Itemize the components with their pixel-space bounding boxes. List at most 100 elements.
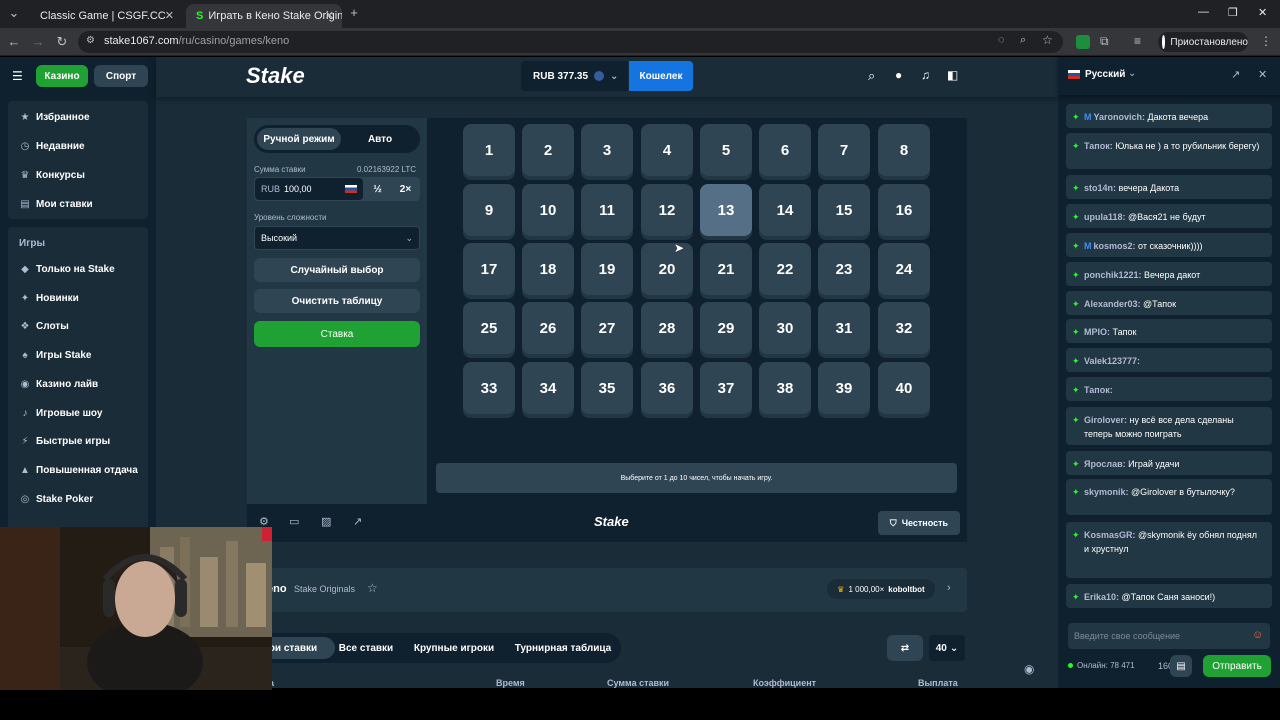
- forward-icon[interactable]: →: [30, 34, 46, 50]
- keno-tile-4[interactable]: 4: [641, 124, 693, 176]
- chat-toggle-icon[interactable]: ◧: [947, 68, 958, 82]
- keno-tile-33[interactable]: 33: [463, 362, 515, 414]
- user-icon[interactable]: ●: [895, 68, 902, 82]
- chat-username[interactable]: Alexander03:: [1084, 299, 1141, 309]
- keno-tile-24[interactable]: 24: [878, 243, 930, 295]
- close-tab-icon[interactable]: ✕: [325, 9, 334, 22]
- keno-tile-9[interactable]: 9: [463, 184, 515, 236]
- eye-off-icon[interactable]: ◌: [998, 34, 1005, 46]
- half-bet-button[interactable]: ½: [364, 178, 391, 200]
- bet-button[interactable]: Ставка: [254, 321, 420, 347]
- random-pick-button[interactable]: Случайный выбор: [254, 258, 420, 282]
- chat-username[interactable]: MPIO:: [1084, 327, 1110, 337]
- sidebar-item-contests[interactable]: ♛ Конкурсы: [20, 170, 85, 181]
- sidebar-item-stake-poker[interactable]: ◎ Stake Poker: [20, 494, 94, 505]
- search-icon[interactable]: ⌕: [868, 68, 875, 84]
- keno-tile-2[interactable]: 2: [522, 124, 574, 176]
- keno-tile-5[interactable]: 5: [700, 124, 752, 176]
- rules-icon[interactable]: ▤: [1170, 655, 1192, 677]
- new-tab-icon[interactable]: +: [346, 5, 362, 21]
- profile-button[interactable]: Приостановлено: [1158, 32, 1248, 52]
- bell-icon[interactable]: ♫: [921, 68, 930, 82]
- top-win-badge[interactable]: ♛ 1 000,00× koboltbot: [827, 579, 935, 599]
- chat-username[interactable]: Yaronovich:: [1094, 112, 1146, 122]
- chat-username[interactable]: Girolover:: [1084, 415, 1127, 425]
- sidebar-item-stake-exclusives[interactable]: ◆ Только на Stake: [20, 264, 115, 275]
- chat-username[interactable]: Erika10:: [1084, 592, 1119, 602]
- keno-tile-17[interactable]: 17: [463, 243, 515, 295]
- extensions-puzzle-icon[interactable]: ⧉: [1100, 34, 1109, 49]
- browser-tab[interactable]: Classic Game | CSGF.CC ✕: [30, 4, 182, 28]
- keno-tile-1[interactable]: 1: [463, 124, 515, 176]
- close-tab-icon[interactable]: ✕: [165, 9, 174, 22]
- chat-username[interactable]: sto14n:: [1084, 183, 1116, 193]
- keno-tile-13[interactable]: 13: [700, 184, 752, 236]
- theatre-mode-icon[interactable]: ▭: [289, 515, 299, 528]
- chat-username[interactable]: KosmasGR:: [1084, 530, 1136, 540]
- double-bet-button[interactable]: 2×: [392, 178, 419, 200]
- emoji-icon[interactable]: ☺: [1252, 629, 1263, 641]
- favorite-star-icon[interactable]: ☆: [367, 581, 378, 595]
- balance-selector[interactable]: RUB 377.35 ⌄: [521, 61, 628, 91]
- keno-tile-23[interactable]: 23: [818, 243, 870, 295]
- keno-tile-27[interactable]: 27: [581, 302, 633, 354]
- back-icon[interactable]: ←: [6, 34, 22, 50]
- maximize-icon[interactable]: ❐: [1228, 6, 1238, 19]
- keno-tile-14[interactable]: 14: [759, 184, 811, 236]
- zoom-icon[interactable]: ⌕: [1020, 34, 1026, 47]
- sidebar-item-new[interactable]: ✦ Новинки: [20, 293, 79, 304]
- keno-tile-30[interactable]: 30: [759, 302, 811, 354]
- chat-language[interactable]: Русский: [1085, 69, 1125, 80]
- chat-username[interactable]: ponchik1221:: [1084, 270, 1142, 280]
- keno-tile-10[interactable]: 10: [522, 184, 574, 236]
- bookmark-star-icon[interactable]: ☆: [1042, 33, 1053, 47]
- browser-tab-active[interactable]: S Играть в Кено Stake Original о ✕: [186, 4, 342, 28]
- chevron-right-icon[interactable]: ›: [947, 582, 951, 594]
- keno-tile-25[interactable]: 25: [463, 302, 515, 354]
- tab-search-icon[interactable]: ⌄: [6, 5, 22, 21]
- reload-icon[interactable]: ↻: [54, 34, 70, 50]
- media-icon[interactable]: ≡: [1134, 34, 1141, 48]
- risk-select[interactable]: Высокий ⌄: [254, 226, 420, 250]
- chat-input[interactable]: Введите свое сообщение ☺: [1068, 623, 1270, 649]
- filter-icon[interactable]: ⇄: [887, 635, 923, 661]
- sport-button[interactable]: Спорт: [94, 65, 148, 87]
- minimize-icon[interactable]: —: [1198, 6, 1209, 18]
- game-provider[interactable]: Stake Originals: [294, 584, 355, 594]
- support-icon[interactable]: ◉: [1024, 662, 1034, 676]
- popout-icon[interactable]: ↗: [1231, 68, 1240, 81]
- chat-username[interactable]: kosmos2:: [1094, 241, 1136, 251]
- stake-logo[interactable]: Stake: [246, 63, 305, 89]
- sidebar-item-my-bets[interactable]: ▤ Мои ставки: [20, 199, 92, 210]
- keno-tile-40[interactable]: 40: [878, 362, 930, 414]
- browser-menu-icon[interactable]: ⋮: [1260, 34, 1272, 48]
- auto-mode-tab[interactable]: Авто: [343, 128, 417, 150]
- sidebar-item-favorites[interactable]: ★ Избранное: [20, 112, 90, 123]
- keno-tile-19[interactable]: 19: [581, 243, 633, 295]
- close-window-icon[interactable]: ✕: [1258, 6, 1267, 19]
- keno-tile-20[interactable]: 20: [641, 243, 693, 295]
- site-info-icon[interactable]: ⚙: [86, 35, 95, 46]
- tab-leaderboard[interactable]: Турнирная таблица: [509, 637, 617, 659]
- keno-tile-8[interactable]: 8: [878, 124, 930, 176]
- keno-tile-7[interactable]: 7: [818, 124, 870, 176]
- tab-high-rollers[interactable]: Крупные игроки: [407, 637, 501, 659]
- keno-tile-6[interactable]: 6: [759, 124, 811, 176]
- casino-button[interactable]: Казино: [36, 65, 88, 87]
- chevron-down-icon[interactable]: ⌄: [1128, 68, 1136, 79]
- keno-tile-32[interactable]: 32: [878, 302, 930, 354]
- sidebar-item-stake-games[interactable]: ♠ Игры Stake: [20, 350, 91, 361]
- chat-username[interactable]: upula118:: [1084, 212, 1126, 222]
- sidebar-item-high-rtp[interactable]: ▲ Повышенная отдача: [20, 465, 138, 476]
- keno-tile-26[interactable]: 26: [522, 302, 574, 354]
- keno-tile-38[interactable]: 38: [759, 362, 811, 414]
- sidebar-item-quick-games[interactable]: ⚡ Быстрые игры: [20, 436, 110, 447]
- sidebar-item-game-shows[interactable]: ♪ Игровые шоу: [20, 408, 103, 419]
- bet-amount-input[interactable]: RUB 100,00: [255, 178, 363, 200]
- sidebar-item-live-casino[interactable]: ◉ Казино лайв: [20, 379, 99, 390]
- keno-tile-36[interactable]: 36: [641, 362, 693, 414]
- stats-icon[interactable]: ▨: [321, 515, 331, 528]
- keno-tile-39[interactable]: 39: [818, 362, 870, 414]
- keno-tile-15[interactable]: 15: [818, 184, 870, 236]
- keno-tile-21[interactable]: 21: [700, 243, 752, 295]
